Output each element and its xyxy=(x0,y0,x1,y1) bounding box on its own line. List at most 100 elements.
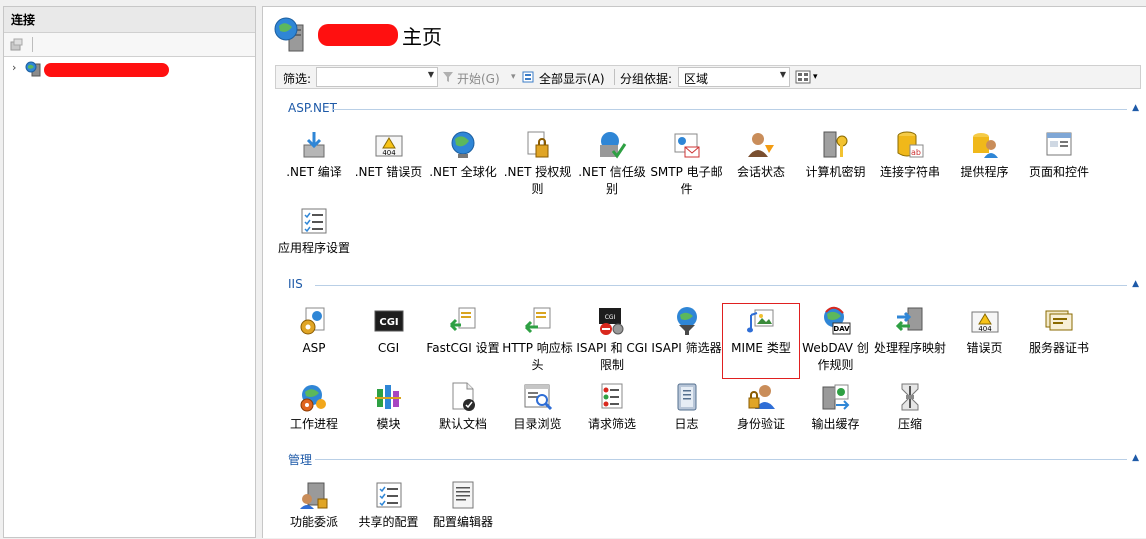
feature-item[interactable]: 功能委派 xyxy=(277,479,351,539)
feature-item[interactable]: 会话状态 xyxy=(724,129,798,201)
webdav-icon: DAV xyxy=(823,306,850,335)
config-editor-icon xyxy=(452,481,474,509)
module-icon xyxy=(374,385,401,409)
server-home-icon xyxy=(274,17,304,52)
show-all-icon xyxy=(522,71,534,83)
feature-item[interactable]: 工作进程 xyxy=(277,381,351,453)
globe-icon xyxy=(451,131,475,158)
feature-item[interactable]: 输出缓存 xyxy=(799,381,873,453)
filter-toolbar: 筛选: ▼ 开始(G) ▾ 全部显示(A) 分组依据: 区域 ▼ ▾ xyxy=(275,65,1141,89)
feature-label: SMTP 电子邮件 xyxy=(650,165,723,196)
group-by-select[interactable]: 区域 ▼ xyxy=(678,67,790,87)
redacted-server-title xyxy=(318,24,398,46)
group-by-label: 分组依据: xyxy=(620,72,673,86)
feature-label: 默认文档 xyxy=(438,417,487,431)
feature-item[interactable]: 处理程序映射 xyxy=(873,305,947,377)
view-mode-icon[interactable] xyxy=(795,70,811,84)
feature-label: 连接字符串 xyxy=(879,165,940,179)
feature-item[interactable]: 提供程序 xyxy=(948,129,1022,201)
lock-doc-icon xyxy=(527,131,548,158)
section-divider xyxy=(315,459,1127,460)
feature-item[interactable]: 请求筛选 xyxy=(575,381,649,453)
feature-item[interactable]: .NET 信任级别 xyxy=(575,129,649,201)
filter-input[interactable]: ▼ xyxy=(316,67,438,87)
log-icon xyxy=(677,383,696,411)
feature-item[interactable]: 身份验证 xyxy=(724,381,798,453)
feature-item[interactable]: SMTP 电子邮件 xyxy=(650,129,724,201)
feature-item[interactable]: .NET 全球化 xyxy=(426,129,500,201)
connections-pane: 连接 › xyxy=(3,6,256,538)
feature-label: MIME 类型 xyxy=(731,341,791,355)
feature-label: .NET 错误页 xyxy=(354,165,423,179)
chevron-down-icon[interactable]: ▼ xyxy=(780,70,786,79)
feature-label: .NET 编译 xyxy=(286,165,342,179)
section-divider xyxy=(333,109,1127,110)
tree-expander-icon[interactable]: › xyxy=(12,61,16,74)
feature-item[interactable]: CGI CGI xyxy=(352,305,426,377)
chevron-down-icon[interactable]: ▼ xyxy=(428,70,434,79)
email-icon xyxy=(674,133,699,158)
svg-text:CGI: CGI xyxy=(379,317,398,328)
feature-label: CGI xyxy=(377,341,400,355)
collapse-chevron-icon[interactable]: ▲ xyxy=(1132,453,1139,463)
compress-icon xyxy=(901,383,919,411)
show-all-button[interactable]: 全部显示(A) xyxy=(539,70,605,87)
filter-label: 筛选: xyxy=(283,72,312,86)
feature-label: 计算机密钥 xyxy=(805,165,866,179)
feature-label: .NET 信任级别 xyxy=(578,165,646,196)
start-filter-button[interactable]: 开始(G) xyxy=(457,70,500,87)
feature-item[interactable]: ISAPI 筛选器 xyxy=(650,305,724,377)
certificate-icon xyxy=(1045,310,1073,331)
feature-item[interactable]: 默认文档 xyxy=(426,381,500,453)
view-mode-dropdown-icon[interactable]: ▾ xyxy=(813,72,818,82)
feature-label: 页面和控件 xyxy=(1028,165,1089,179)
feature-item[interactable]: CGI ISAPI 和 CGI 限制 xyxy=(575,305,649,377)
iis-manager-window: 连接 › 主页 筛选: ▼ 开始(G) ▾ 全部显示(A) 分组依据: 区域 ▼… xyxy=(0,0,1146,539)
feature-label: 日志 xyxy=(674,417,699,431)
provider-icon xyxy=(972,133,998,158)
feature-item[interactable]: .NET 编译 xyxy=(277,129,351,201)
feature-label: 目录浏览 xyxy=(513,417,562,431)
feature-label: 服务器证书 xyxy=(1028,341,1089,355)
server-globe-icon xyxy=(25,61,41,77)
feature-item[interactable]: .NET 授权规则 xyxy=(501,129,575,201)
section-title: IIS xyxy=(288,277,303,291)
feature-label: 身份验证 xyxy=(736,417,785,431)
connections-toolbar xyxy=(4,33,255,57)
feature-item[interactable]: 404 错误页 xyxy=(948,305,1022,377)
feature-label: 提供程序 xyxy=(960,165,1009,179)
feature-item[interactable]: 404 .NET 错误页 xyxy=(352,129,426,201)
feature-item[interactable]: 压缩 xyxy=(873,381,947,453)
feature-item[interactable]: 模块 xyxy=(352,381,426,453)
feature-item[interactable]: MIME 类型 xyxy=(722,303,800,379)
page-controls-icon xyxy=(1046,132,1072,156)
feature-label: 工作进程 xyxy=(289,417,338,431)
shared-config-icon xyxy=(376,482,401,508)
section-divider xyxy=(315,285,1127,286)
svg-text:CGI: CGI xyxy=(605,314,616,321)
feature-item[interactable]: 共享的配置 xyxy=(352,479,426,539)
feature-item[interactable]: FastCGI 设置 xyxy=(426,305,500,377)
start-dropdown-icon[interactable]: ▾ xyxy=(511,72,516,82)
request-filter-icon xyxy=(601,383,623,409)
feature-item[interactable]: 计算机密钥 xyxy=(799,129,873,201)
tree-node-server[interactable]: › xyxy=(4,59,255,81)
feature-item[interactable]: 服务器证书 xyxy=(1022,305,1096,377)
funnel-icon xyxy=(443,72,453,82)
warning-404-icon: 404 xyxy=(375,135,402,157)
default-doc-icon xyxy=(452,382,475,411)
feature-item[interactable]: 页面和控件 xyxy=(1022,129,1096,201)
feature-item[interactable]: 配置编辑器 xyxy=(426,479,500,539)
feature-item[interactable]: HTTP 响应标头 xyxy=(501,305,575,377)
collapse-chevron-icon[interactable]: ▲ xyxy=(1132,279,1139,289)
feature-item[interactable]: 日志 xyxy=(650,381,724,453)
feature-item[interactable]: 目录浏览 xyxy=(501,381,575,453)
feature-item[interactable]: ab 连接字符串 xyxy=(873,129,947,201)
svg-text:404: 404 xyxy=(978,325,992,333)
feature-item[interactable]: 应用程序设置 xyxy=(277,205,351,277)
connect-icon[interactable] xyxy=(10,38,23,51)
collapse-chevron-icon[interactable]: ▲ xyxy=(1132,103,1139,113)
feature-item[interactable]: ASP xyxy=(277,305,351,377)
section-title: ASP.NET xyxy=(288,101,337,115)
feature-item[interactable]: DAV WebDAV 创作规则 xyxy=(799,305,873,377)
